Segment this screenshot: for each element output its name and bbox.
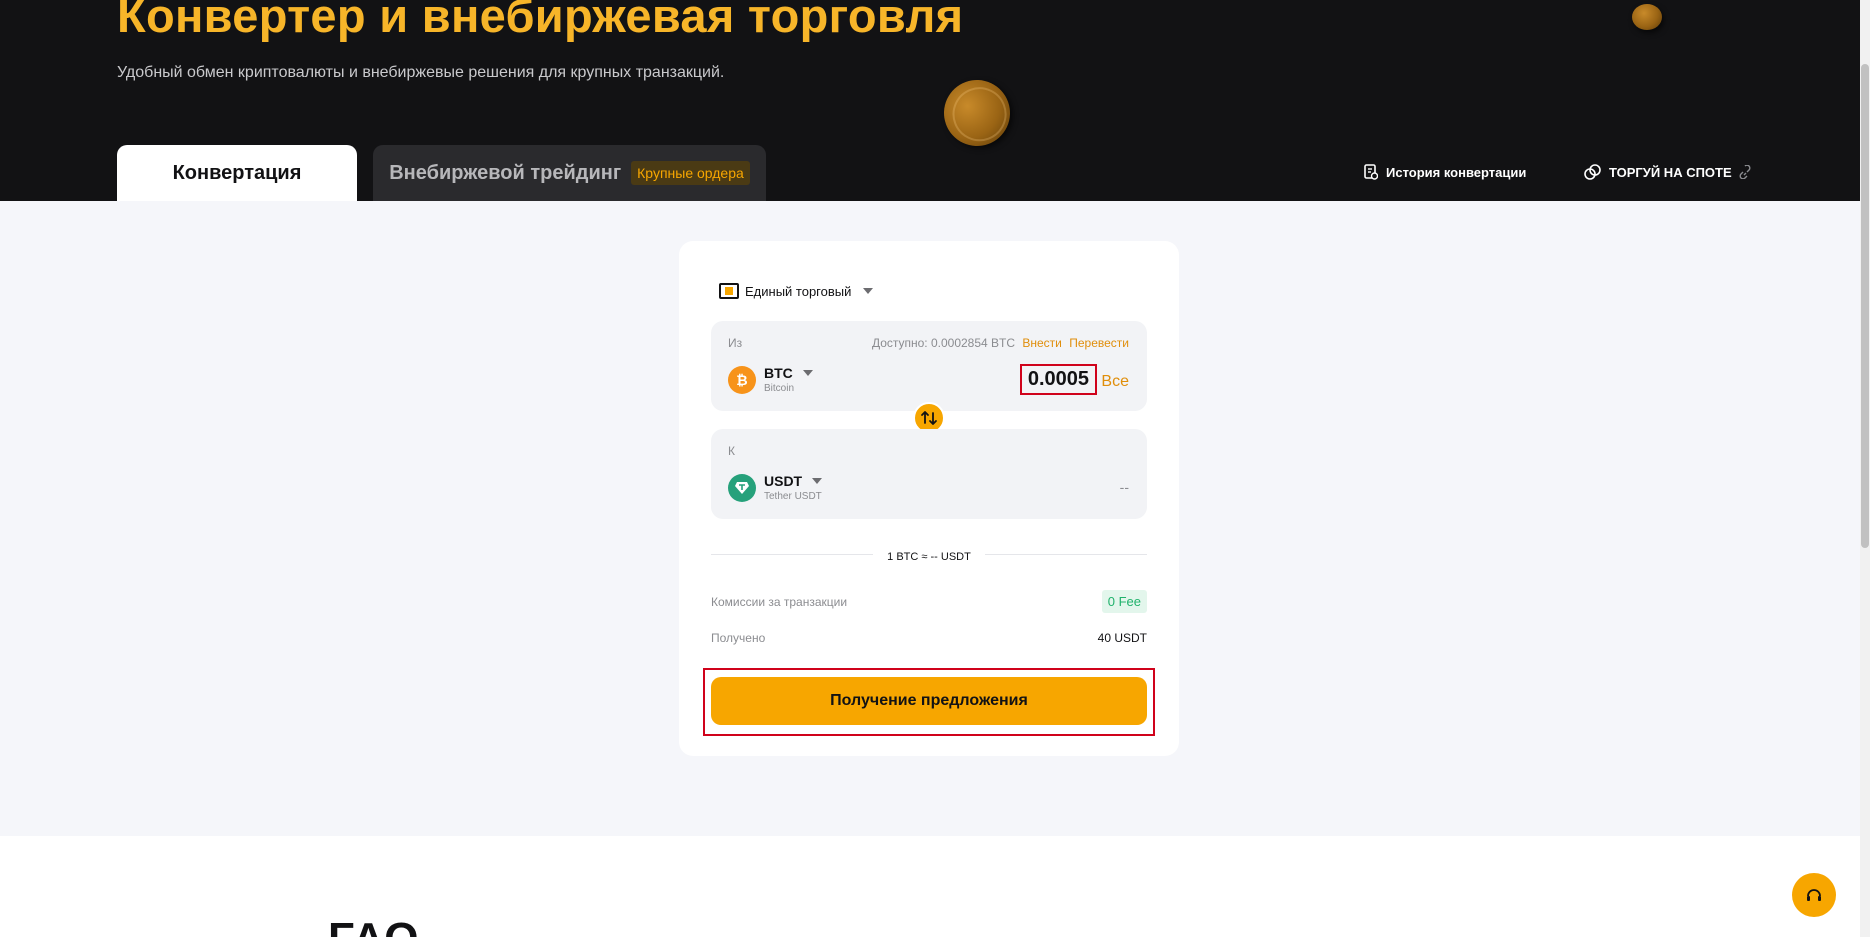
scrollbar-thumb[interactable] xyxy=(1861,64,1869,548)
trade-spot-link[interactable]: ТОРГУЙ НА СПОТЕ xyxy=(1584,164,1760,180)
coins-icon xyxy=(1584,164,1601,180)
hero-header: Конвертер и внебиржевая торговля Удобный… xyxy=(0,0,1860,201)
transfer-link[interactable]: Перевести xyxy=(1069,336,1129,350)
tab-otc[interactable]: Внебиржевой трейдинг Крупные ордера xyxy=(373,145,766,201)
available-balance: Доступно: 0.0002854 BTC Внести Перевести xyxy=(872,336,1129,350)
fee-row: Комиссии за транзакции 0 Fee xyxy=(711,590,1147,613)
received-row: Получено 40 USDT xyxy=(711,631,1147,645)
faq-heading: FAQ xyxy=(328,914,418,937)
page-title: Конвертер и внебиржевая торговля xyxy=(117,0,964,42)
fee-badge: 0 Fee xyxy=(1101,590,1147,613)
history-icon xyxy=(1364,164,1378,180)
to-amount: -- xyxy=(1119,479,1129,495)
fee-label: Комиссии за транзакции xyxy=(711,594,848,609)
to-coin-selector[interactable]: USDT Tether USDT xyxy=(728,473,823,502)
get-quote-button[interactable]: Получение предложения xyxy=(711,677,1147,725)
account-selector[interactable]: Единый торговый xyxy=(719,283,874,299)
chevron-down-icon xyxy=(802,370,813,376)
from-symbol: BTC xyxy=(764,365,793,381)
swap-icon xyxy=(921,411,937,425)
page-subtitle: Удобный обмен криптовалюты и внебиржевые… xyxy=(117,64,725,81)
exchange-rate: 1 BTC ≈ -- USDT xyxy=(679,547,1179,565)
from-coin-selector[interactable]: ₿ BTC Bitcoin xyxy=(728,365,813,394)
conversion-history-label: История конвертации xyxy=(1386,164,1527,180)
from-coin-name: Bitcoin xyxy=(764,383,795,394)
rate-text: 1 BTC ≈ -- USDT xyxy=(873,551,985,563)
from-label: Из xyxy=(728,336,743,350)
conversion-history-link[interactable]: История конвертации xyxy=(1364,164,1526,180)
coin-decoration-icon xyxy=(934,70,1020,156)
to-symbol: USDT xyxy=(764,473,803,489)
received-value: 40 USDT xyxy=(1097,631,1147,645)
link-icon xyxy=(1739,165,1751,179)
max-all-button[interactable]: Все xyxy=(1101,373,1129,391)
from-panel: Из Доступно: 0.0002854 BTC Внести Переве… xyxy=(711,321,1147,411)
chevron-down-icon xyxy=(812,478,823,484)
to-coin-name: Tether USDT xyxy=(764,491,822,502)
to-panel: К USDT Tether USDT -- xyxy=(711,429,1147,519)
coin-decoration-small-icon xyxy=(1632,4,1662,30)
available-text: Доступно: 0.0002854 BTC xyxy=(871,336,1016,350)
support-chat-button[interactable] xyxy=(1792,873,1836,917)
wallet-icon xyxy=(719,283,739,299)
tether-icon xyxy=(728,473,756,502)
to-label: К xyxy=(728,444,735,458)
bitcoin-icon: ₿ xyxy=(728,365,756,394)
account-label: Единый торговый xyxy=(745,283,852,299)
from-amount-input[interactable]: 0.0005 xyxy=(1019,364,1097,395)
tab-otc-label: Внебиржевой трейдинг xyxy=(389,161,622,184)
received-label: Получено xyxy=(711,631,766,645)
trade-spot-label: ТОРГУЙ НА СПОТЕ xyxy=(1609,164,1732,180)
tab-convert[interactable]: Конвертация xyxy=(117,145,357,201)
large-orders-badge: Крупные ордера xyxy=(631,161,750,185)
headset-icon xyxy=(1807,889,1821,901)
convert-card: Единый торговый Из Доступно: 0.0002854 B… xyxy=(679,241,1179,756)
chevron-down-icon xyxy=(863,288,874,294)
deposit-link[interactable]: Внести xyxy=(1022,336,1062,350)
tab-convert-label: Конвертация xyxy=(172,161,302,184)
